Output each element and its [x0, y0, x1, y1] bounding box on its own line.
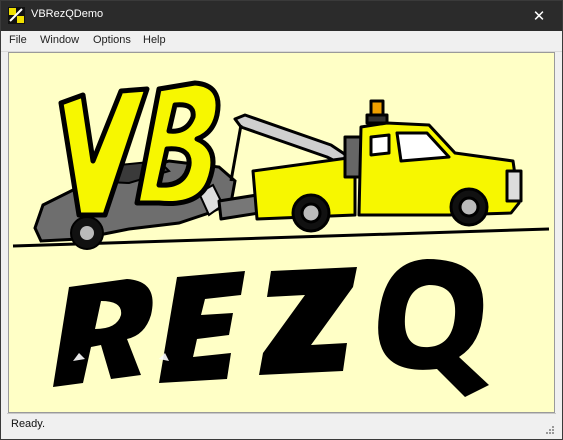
menu-window[interactable]: Window: [40, 34, 79, 46]
tow-truck-graphic: [217, 99, 523, 233]
rezq-letters: [53, 259, 489, 397]
close-button[interactable]: ✕: [516, 1, 562, 31]
title-bar[interactable]: VBRezQDemo ✕: [1, 1, 562, 31]
tow-truck-logo: [12, 80, 550, 397]
menu-file[interactable]: File: [9, 34, 27, 46]
menu-help[interactable]: Help: [143, 34, 166, 46]
window-title: VBRezQDemo: [31, 8, 104, 20]
close-icon: ✕: [532, 7, 546, 25]
status-bar: Ready.: [7, 413, 556, 436]
app-window: VBRezQDemo ✕ File Window Options Help Re…: [0, 0, 563, 440]
vb-letters: [58, 80, 221, 218]
menu-bar: File Window Options Help: [1, 31, 562, 52]
logo-canvas: [8, 52, 555, 413]
menu-options[interactable]: Options: [93, 34, 131, 46]
app-icon: [8, 7, 25, 24]
status-text: Ready.: [11, 418, 46, 430]
resize-grip-icon[interactable]: [544, 424, 554, 434]
